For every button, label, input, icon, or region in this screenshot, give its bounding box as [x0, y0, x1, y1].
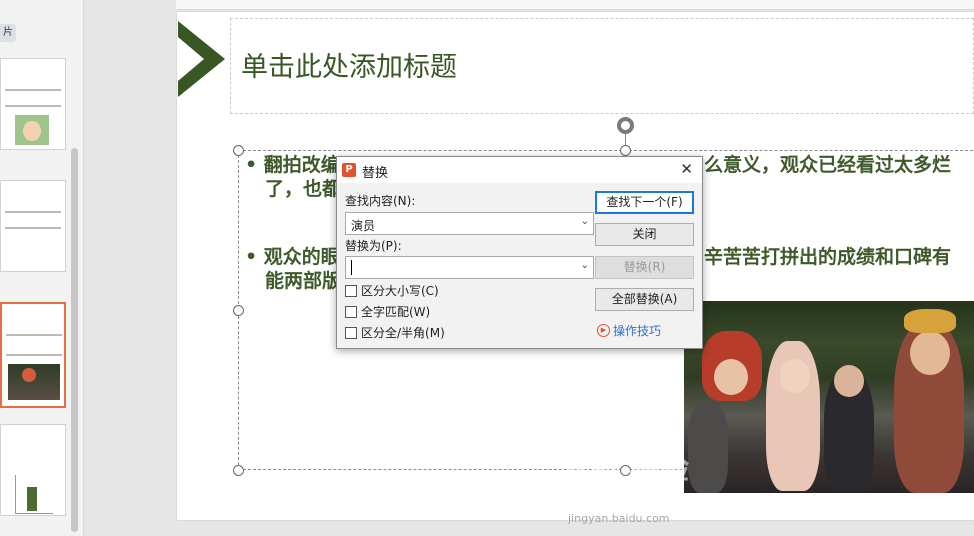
resize-handle-top-left[interactable]: [233, 145, 244, 156]
bullet-2-tail: 辛苦苦打拼出的成绩和口碑有: [704, 246, 952, 268]
slide-thumbnail-4[interactable]: [0, 424, 66, 516]
bullet-1-line-2: 了，也都: [265, 178, 342, 200]
option-match-case[interactable]: 区分大小写(C): [345, 282, 439, 298]
full-half-width-checkbox[interactable]: [345, 326, 357, 339]
replace-dialog: P 替换 ✕ 查找内容(N): 演员 ⌄ 替换为(P): ⌄ 区分大小写(C) …: [336, 156, 703, 349]
resize-handle-top[interactable]: [620, 145, 631, 156]
dialog-title: 替换: [362, 166, 389, 181]
baidu-watermark-logo: Bai 经验: [565, 452, 689, 487]
close-button[interactable]: 关闭: [595, 223, 694, 246]
thumbnail-scrollbar[interactable]: [71, 148, 78, 532]
full-half-width-label: 区分全/半角(M): [361, 326, 445, 340]
title-placeholder-text: 单击此处添加标题: [241, 52, 457, 83]
find-input[interactable]: 演员 ⌄: [345, 212, 594, 235]
bullet-1-line-1: • 翻拍改编: [245, 154, 340, 176]
replace-label: 替换为(P):: [345, 239, 402, 253]
resize-handle-left[interactable]: [233, 305, 244, 316]
bullet-1-tail: 么意义，观众已经看过太多烂: [704, 154, 952, 176]
chevron-down-icon[interactable]: ⌄: [581, 216, 589, 227]
whole-word-label: 全字匹配(W): [361, 305, 431, 319]
replace-button[interactable]: 替换(R): [595, 256, 694, 279]
thumbnail-panel: 片: [0, 0, 84, 536]
whole-word-checkbox[interactable]: [345, 305, 357, 318]
slide-thumbnail-3-selected[interactable]: [0, 302, 66, 408]
find-next-button[interactable]: 查找下一个(F): [595, 191, 694, 214]
resize-handle-bottom-left[interactable]: [233, 465, 244, 476]
rotate-handle-icon[interactable]: [617, 117, 634, 134]
close-icon[interactable]: ✕: [680, 160, 693, 178]
panel-tab[interactable]: 片: [0, 24, 16, 42]
tips-label: 操作技巧: [613, 324, 662, 338]
dialog-titlebar[interactable]: P 替换 ✕: [337, 157, 702, 183]
wps-app-icon: P: [342, 163, 356, 177]
replace-all-button[interactable]: 全部替换(A): [595, 288, 694, 311]
replace-input[interactable]: ⌄: [345, 256, 594, 279]
chevron-down-icon[interactable]: ⌄: [581, 260, 589, 271]
slide-thumbnail-1[interactable]: [0, 58, 66, 150]
slide-photo[interactable]: [684, 301, 974, 493]
play-icon: ▶: [597, 324, 610, 337]
bullet-2-line-2: 能两部版: [265, 270, 342, 292]
option-full-half-width[interactable]: 区分全/半角(M): [345, 324, 445, 340]
baidu-watermark-url: jingyan.baidu.com: [568, 512, 670, 525]
arrow-decoration-cutout: [178, 37, 204, 81]
find-input-value: 演员: [351, 219, 376, 233]
tips-link[interactable]: ▶ 操作技巧: [597, 322, 661, 339]
find-label: 查找内容(N):: [345, 194, 416, 208]
slide-thumbnail-2[interactable]: [0, 180, 66, 272]
match-case-checkbox[interactable]: [345, 284, 357, 297]
title-placeholder[interactable]: 单击此处添加标题: [230, 18, 974, 114]
top-ruler-strip: [176, 0, 974, 10]
option-whole-word[interactable]: 全字匹配(W): [345, 303, 430, 319]
bullet-2-line-1: • 观众的眼: [245, 246, 340, 268]
text-caret: [351, 260, 352, 275]
match-case-label: 区分大小写(C): [361, 284, 439, 298]
